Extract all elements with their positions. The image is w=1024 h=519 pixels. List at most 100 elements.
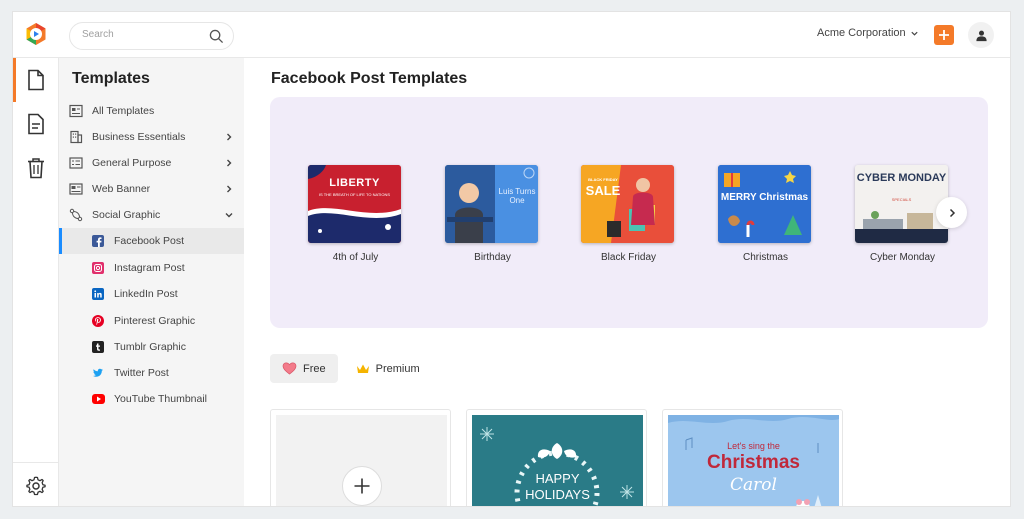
templates-sidebar: Templates All Templates Business Essenti… — [59, 58, 244, 506]
tile-headline: HOLIDAYS — [525, 487, 590, 502]
filter-label: Premium — [375, 362, 420, 375]
trash-icon — [28, 158, 44, 179]
banner-icon — [69, 183, 83, 195]
carousel-card[interactable]: LIBERTY IS THE BREATH OF LIFE TO NATIONS… — [308, 165, 403, 263]
chevron-right-icon — [949, 208, 955, 217]
sidebar-item-business-essentials[interactable]: Business Essentials — [59, 124, 244, 150]
sidebar-item-general-purpose[interactable]: General Purpose — [59, 150, 244, 176]
sidebar-item-label: Twitter Post — [114, 367, 169, 379]
christmas-artwork — [718, 165, 811, 243]
file-text-icon — [28, 113, 44, 135]
list-icon — [69, 157, 83, 169]
sidebar-item-web-banner[interactable]: Web Banner — [59, 176, 244, 202]
user-icon — [975, 30, 987, 41]
user-avatar[interactable] — [968, 22, 994, 48]
instagram-icon — [92, 262, 104, 274]
pinterest-icon — [92, 315, 104, 327]
tumblr-icon — [92, 341, 104, 353]
gear-icon — [26, 476, 46, 495]
chevron-right-icon — [227, 159, 232, 167]
rail-documents[interactable] — [13, 102, 59, 146]
sidebar-item-tumblr-graphic[interactable]: Tumblr Graphic — [59, 334, 244, 360]
tile-line: Carol — [730, 475, 777, 495]
template-tile[interactable]: HAPPY HOLIDAYS — [466, 409, 647, 506]
template-thumbnail[interactable]: CYBER MONDAY SPECIALS — [855, 165, 948, 243]
thumb-subline: IS THE BREATH OF LIFE TO NATIONS — [318, 192, 391, 197]
thumb-headline: CYBER MONDAY — [856, 172, 947, 184]
building-icon — [70, 130, 83, 144]
sidebar-item-linkedin-post[interactable]: LinkedIn Post — [59, 281, 244, 307]
sidebar-item-all-templates[interactable]: All Templates — [59, 98, 244, 124]
sidebar-item-label: Pinterest Graphic — [114, 315, 196, 327]
sidebar-item-label: General Purpose — [92, 157, 172, 169]
template-thumbnail[interactable]: LIBERTY IS THE BREATH OF LIFE TO NATIONS — [308, 165, 401, 243]
sidebar-item-twitter-post[interactable]: Twitter Post — [59, 360, 244, 386]
sidebar-item-social-graphic[interactable]: Social Graphic — [59, 202, 244, 228]
create-blank-tile[interactable] — [270, 409, 451, 506]
top-bar: Acme Corporation — [13, 12, 1010, 58]
template-thumbnail: Let's sing the Christmas Carol — [668, 415, 839, 506]
sidebar-item-label: LinkedIn Post — [114, 288, 178, 300]
sidebar-item-facebook-post[interactable]: Facebook Post — [59, 228, 244, 254]
plus-icon — [354, 478, 370, 494]
thumb-headline: Luis Turns One — [498, 187, 536, 205]
app-logo[interactable] — [24, 22, 48, 46]
template-thumbnail[interactable]: MERRY Christmas — [718, 165, 811, 243]
add-template-button[interactable] — [342, 466, 382, 506]
thumb-headline: SALE — [585, 183, 621, 198]
filter-premium[interactable]: Premium — [344, 354, 432, 383]
org-switcher[interactable]: Acme Corporation — [817, 27, 919, 39]
carousel-card[interactable]: BLACK FRIDAY SALE Black Friday — [581, 165, 676, 263]
template-caption: Black Friday — [600, 252, 656, 263]
crown-icon — [356, 364, 369, 373]
document-icon — [28, 69, 44, 91]
left-rail — [13, 58, 59, 506]
tile-line: Let's sing the — [727, 441, 780, 451]
thumb-subline: BLACK FRIDAY — [588, 177, 618, 182]
youtube-icon — [92, 394, 105, 404]
filter-free[interactable]: Free — [270, 354, 338, 383]
search-box — [69, 22, 234, 50]
sidebar-item-label: Business Essentials — [92, 131, 186, 143]
sidebar-item-label: Instagram Post — [114, 262, 185, 274]
carousel-card[interactable]: Luis Turns One Birthday — [445, 165, 540, 263]
sidebar-item-label: YouTube Thumbnail — [114, 393, 208, 405]
share-icon — [69, 208, 83, 222]
search-input[interactable] — [82, 29, 202, 40]
tile-headline: HAPPY — [535, 471, 580, 486]
template-caption: Birthday — [474, 252, 511, 263]
sidebar-item-label: Facebook Post — [114, 235, 185, 247]
tile-line: Christmas — [707, 452, 800, 473]
chevron-down-icon — [911, 31, 918, 36]
facebook-icon — [92, 235, 104, 247]
sidebar-item-instagram-post[interactable]: Instagram Post — [59, 255, 244, 281]
blank-canvas — [276, 415, 447, 506]
thumb-headline: MERRY Christmas — [720, 192, 809, 203]
sidebar-item-label: All Templates — [92, 105, 155, 117]
main-content: Facebook Post Templates LIBERTY IS THE B… — [244, 58, 1010, 506]
org-name: Acme Corporation — [817, 27, 906, 39]
template-caption: Christmas — [742, 252, 788, 263]
linkedin-icon — [92, 288, 104, 300]
grid-icon — [69, 104, 83, 118]
sidebar-item-label: Tumblr Graphic — [114, 341, 186, 353]
sidebar-item-label: Web Banner — [92, 183, 151, 195]
template-thumbnail[interactable]: Luis Turns One — [445, 165, 538, 243]
template-tile[interactable]: Let's sing the Christmas Carol — [662, 409, 843, 506]
chevron-right-icon — [227, 133, 232, 141]
rail-trash[interactable] — [13, 146, 59, 190]
sidebar-item-youtube-thumbnail[interactable]: YouTube Thumbnail — [59, 386, 244, 412]
search-icon[interactable] — [209, 29, 224, 44]
rail-templates[interactable] — [13, 58, 59, 102]
thumb-subline: SPECIALS — [891, 197, 912, 202]
create-button[interactable] — [934, 25, 954, 45]
template-caption: 4th of July — [332, 252, 379, 263]
rail-settings[interactable] — [13, 462, 59, 506]
sidebar-item-pinterest-graphic[interactable]: Pinterest Graphic — [59, 308, 244, 334]
template-caption: Cyber Monday — [869, 252, 936, 263]
template-thumbnail[interactable]: BLACK FRIDAY SALE — [581, 165, 674, 243]
carousel-next-button[interactable] — [936, 197, 967, 228]
sidebar-title: Templates — [72, 70, 150, 87]
plus-icon — [939, 30, 949, 40]
carousel-card[interactable]: MERRY Christmas Christmas — [718, 165, 813, 263]
